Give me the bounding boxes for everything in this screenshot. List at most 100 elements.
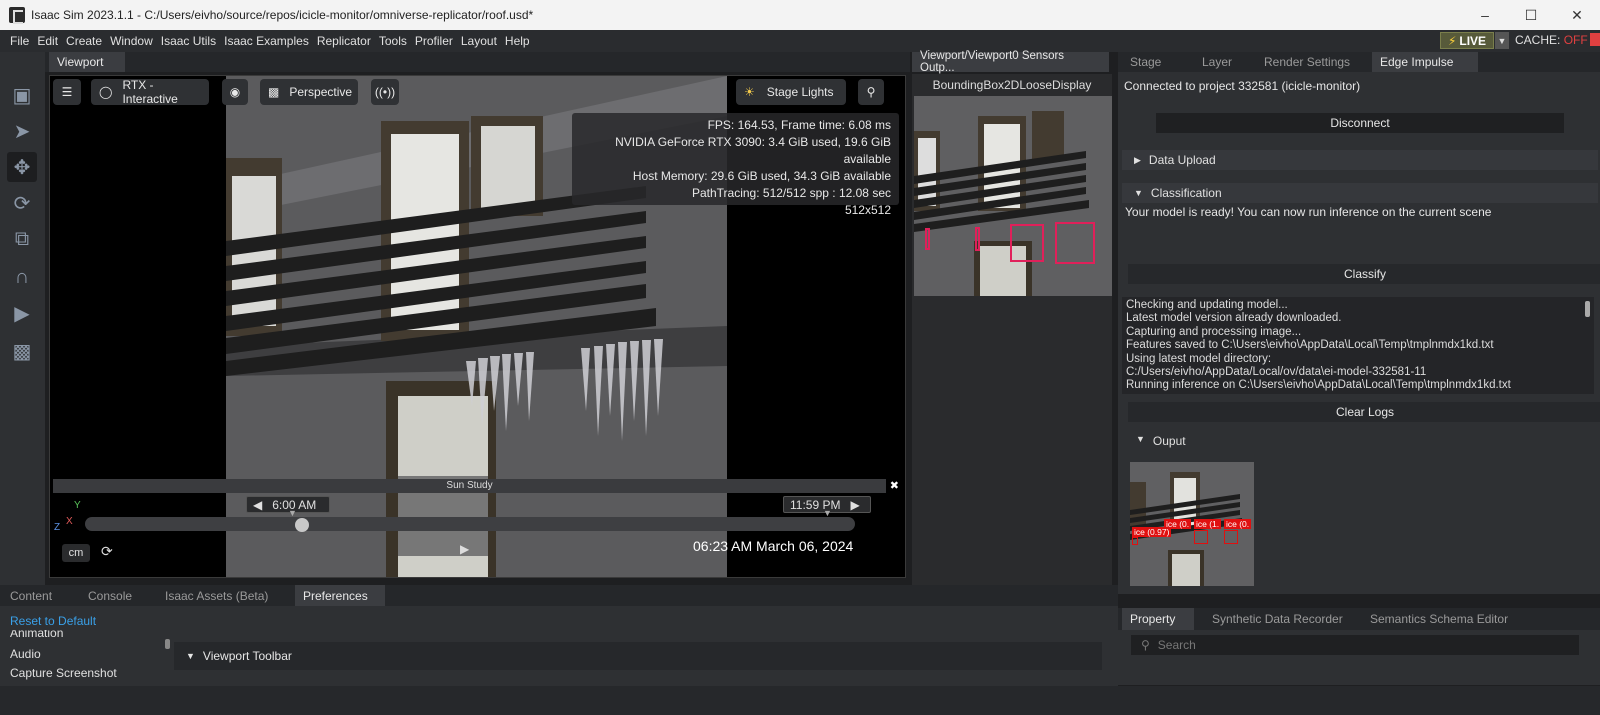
bounding-box (1055, 222, 1095, 264)
snap-magnet-icon[interactable]: ∩ (7, 262, 37, 292)
live-dropdown[interactable]: ▼ (1495, 32, 1509, 49)
close-window-icon[interactable]: ✕ (1554, 0, 1600, 30)
selection-mode-icon[interactable]: ▣ (7, 80, 37, 110)
stat-resolution: 512x512 (844, 203, 891, 217)
menu-isaac-utils[interactable]: Isaac Utils (161, 34, 216, 48)
tab-layer[interactable]: Layer (1194, 52, 1254, 72)
sliders-icon: ☰ (61, 85, 73, 99)
sun-study-slider[interactable] (85, 517, 855, 531)
window-title: Isaac Sim 2023.1.1 - C:/Users/eivho/sour… (31, 8, 534, 22)
tab-semantics-schema-editor[interactable]: Semantics Schema Editor (1362, 608, 1532, 630)
play-icon[interactable]: ▶ (460, 542, 469, 556)
classification-section[interactable]: ▼ Classification (1122, 183, 1598, 203)
audio-button[interactable]: ((•)) (371, 79, 399, 105)
viewport-settings-button[interactable]: ☰ (53, 79, 81, 105)
log-output[interactable]: Checking and updating model... Latest mo… (1122, 297, 1594, 394)
pref-animation[interactable]: Animation (10, 630, 63, 638)
log-line: C:/Users/eivho/AppData/Local/ov/data\ei-… (1126, 366, 1427, 379)
viewport[interactable]: ☰ ◯ RTX - Interactive ◉ ▩ Perspective ((•)… (49, 75, 906, 578)
minimize-icon[interactable]: – (1462, 0, 1508, 30)
tab-edge-impulse[interactable]: Edge Impulse (1372, 52, 1478, 72)
menu-help[interactable]: Help (505, 34, 530, 48)
clear-logs-button[interactable]: Clear Logs (1128, 402, 1600, 422)
title-bar: Isaac Sim 2023.1.1 - C:/Users/eivho/sour… (0, 0, 1600, 30)
menu-isaac-examples[interactable]: Isaac Examples (224, 34, 309, 48)
lightning-icon: ⚡ (1447, 33, 1457, 48)
menu-layout[interactable]: Layout (461, 34, 497, 48)
refresh-icon[interactable]: ⟳ (101, 543, 113, 560)
bottom-tabbar: Content Console Isaac Assets (Beta) Pref… (0, 585, 1118, 606)
sun-study-slider-handle[interactable] (295, 518, 309, 532)
camera-dropdown[interactable]: ▩ Perspective (260, 79, 358, 105)
log-scrollbar[interactable] (1585, 301, 1590, 317)
rotate-icon[interactable]: ⟳ (7, 188, 37, 218)
bounding-box (1010, 224, 1044, 262)
end-time: 11:59 PM (790, 497, 841, 512)
reset-to-default-link[interactable]: Reset to Default (10, 614, 96, 628)
menu-bar: File Edit Create Window Isaac Utils Isaa… (0, 30, 1600, 52)
data-upload-section[interactable]: ▶ Data Upload (1122, 150, 1598, 170)
visibility-button[interactable]: ◉ (222, 79, 248, 105)
sun-study-datetime: 06:23 AM March 06, 2024 (693, 538, 854, 554)
pref-capture-screenshot[interactable]: Capture Screenshot (10, 666, 117, 680)
arrow-left-icon[interactable]: ◀ (253, 498, 262, 512)
tab-sensor-output[interactable]: Viewport/Viewport0 Sensors Outp... (912, 50, 1109, 74)
tab-content[interactable]: Content (2, 585, 74, 606)
menu-window[interactable]: Window (110, 34, 153, 48)
tab-synthetic-data-recorder[interactable]: Synthetic Data Recorder (1204, 608, 1352, 630)
property-panel: ⚲ Search (1118, 630, 1600, 685)
menu-tools[interactable]: Tools (379, 34, 407, 48)
move-icon[interactable]: ✥ (7, 152, 37, 182)
lighting-dropdown[interactable]: ☀ Stage Lights (736, 79, 846, 105)
camera-label: Perspective (289, 85, 353, 99)
waypoint-button[interactable]: ⚲ (858, 79, 884, 105)
live-button[interactable]: ⚡ LIVE (1440, 32, 1494, 49)
tab-console[interactable]: Console (80, 585, 154, 606)
log-line: Latest model version already downloaded. (1126, 312, 1342, 325)
tab-property[interactable]: Property (1122, 608, 1194, 630)
disconnect-button[interactable]: Disconnect (1156, 113, 1564, 133)
units-button[interactable]: cm (62, 544, 90, 562)
cache-status[interactable]: CACHE: OFF (1515, 33, 1600, 47)
menu-create[interactable]: Create (66, 34, 102, 48)
triangle-down-icon: ▼ (186, 651, 195, 661)
close-icon[interactable]: ✖ (890, 479, 899, 492)
classification-label: Classification (1150, 186, 1222, 200)
pref-scrollbar[interactable] (165, 639, 170, 649)
status-bar (0, 686, 1600, 715)
detection-label: ice (1. (1194, 519, 1222, 529)
sensor-output-panel: BoundingBox2DLooseDisplay (912, 74, 1112, 585)
triangle-right-icon: ▶ (1134, 154, 1141, 165)
scale-icon[interactable]: ⧉ (7, 224, 37, 254)
property-search[interactable]: ⚲ Search (1131, 635, 1579, 655)
menu-profiler[interactable]: Profiler (415, 34, 453, 48)
pref-audio[interactable]: Audio (10, 647, 41, 661)
tab-viewport[interactable]: Viewport (49, 52, 125, 72)
maximize-icon[interactable]: ☐ (1508, 0, 1554, 30)
menu-edit[interactable]: Edit (37, 34, 58, 48)
classify-button[interactable]: Classify (1128, 264, 1600, 284)
physics-icon[interactable]: ▩ (7, 336, 37, 366)
viewport-toolbar-label: Viewport Toolbar (202, 649, 292, 663)
output-section[interactable]: ▼ Ouput (1136, 434, 1186, 448)
log-line: Running inference on C:\Users\eivho\AppD… (1126, 379, 1511, 392)
log-line: Capturing and processing image... (1126, 325, 1302, 338)
renderer-dropdown[interactable]: ◯ RTX - Interactive (91, 78, 209, 106)
play-icon[interactable]: ▶ (7, 298, 37, 328)
log-line: Features saved to C:\Users\eivho\AppData… (1126, 339, 1494, 352)
menu-replicator[interactable]: Replicator (317, 34, 371, 48)
tab-isaac-assets[interactable]: Isaac Assets (Beta) (157, 585, 291, 606)
property-tabbar: Property Synthetic Data Recorder Semanti… (1118, 608, 1600, 630)
select-arrow-icon[interactable]: ➤ (7, 116, 37, 146)
sensor-label: BoundingBox2DLooseDisplay (932, 78, 1092, 92)
axis-z-label: Z (54, 522, 61, 533)
arrow-right-icon[interactable]: ▶ (850, 498, 859, 512)
viewport-toolbar-section[interactable]: ▼ Viewport Toolbar (174, 642, 1102, 670)
tab-preferences[interactable]: Preferences (295, 585, 385, 606)
sun-study-title: Sun Study (53, 479, 886, 493)
menu-file[interactable]: File (10, 34, 29, 48)
tab-render-settings[interactable]: Render Settings (1256, 52, 1370, 72)
stat-pathtracing: PathTracing: 512/512 spp : 12.08 sec (691, 186, 891, 200)
tab-stage[interactable]: Stage (1122, 52, 1182, 72)
bounding-box (975, 227, 980, 251)
